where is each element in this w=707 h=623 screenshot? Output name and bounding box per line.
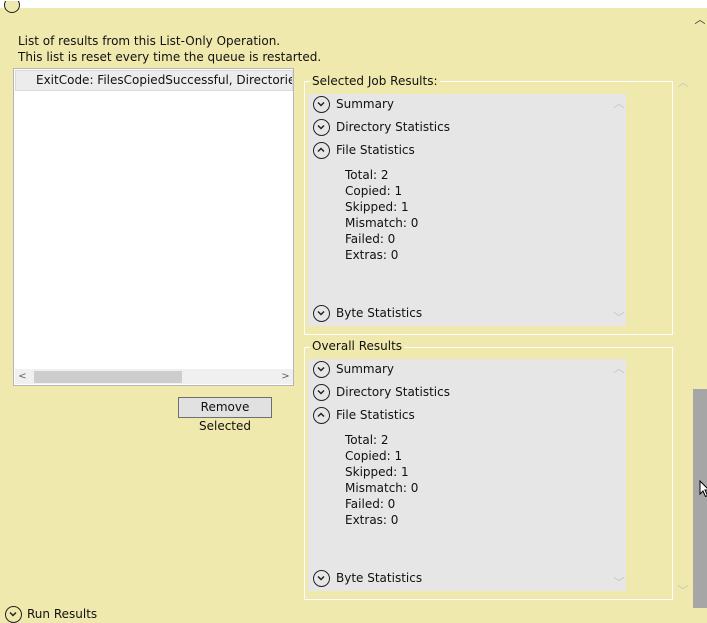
byte-statistics-label: Byte Statistics (336, 306, 423, 320)
run-results-label: Run Results (27, 607, 98, 621)
scroll-up-icon[interactable]: ︿ (693, 11, 707, 27)
overall-results-title: Overall Results (310, 339, 405, 353)
chevron-up-icon[interactable] (313, 407, 330, 424)
mouse-pointer-icon (699, 480, 707, 498)
top-strip (0, 0, 707, 8)
summary-label: Summary (336, 97, 394, 111)
collapsed-section-expander[interactable] (4, 1, 20, 15)
panel-vertical-scrollbar[interactable]: ︿ ﹀ (612, 359, 626, 591)
stat-copied: Copied: 1 (345, 184, 403, 198)
scroll-up-icon[interactable]: ︿ (612, 95, 626, 111)
horizontal-scroll-thumb[interactable] (34, 371, 182, 383)
window-vertical-scrollbar[interactable]: ︿ (693, 8, 707, 608)
directory-statistics-label: Directory Statistics (336, 385, 450, 399)
scroll-right-icon[interactable]: > (278, 369, 293, 384)
scroll-down-icon[interactable]: ﹀ (612, 574, 626, 590)
byte-statistics-label: Byte Statistics (336, 571, 423, 585)
results-listbox[interactable]: ExitCode: FilesCopiedSuccessful, Directo… (13, 68, 294, 386)
chevron-up-icon[interactable] (313, 142, 330, 159)
window-scroll-thumb[interactable] (693, 389, 707, 608)
stat-failed: Failed: 0 (345, 497, 396, 511)
chevron-down-icon[interactable] (313, 384, 330, 401)
stat-skipped: Skipped: 1 (345, 465, 409, 479)
stat-total: Total: 2 (345, 168, 389, 182)
stat-copied: Copied: 1 (345, 449, 403, 463)
stat-mismatch: Mismatch: 0 (345, 216, 419, 230)
description-line-2: This list is reset every time the queue … (18, 50, 322, 64)
stat-total: Total: 2 (345, 433, 389, 447)
scroll-up-icon[interactable]: ︿ (675, 74, 691, 90)
chevron-down-icon[interactable] (313, 119, 330, 136)
chevron-down-icon[interactable] (313, 96, 330, 113)
horizontal-scrollbar[interactable]: < > (15, 369, 293, 384)
scroll-up-icon[interactable]: ︿ (612, 360, 626, 376)
file-statistics-label: File Statistics (336, 408, 415, 422)
directory-statistics-label: Directory Statistics (336, 120, 450, 134)
selected-job-results-title: Selected Job Results: (310, 74, 440, 88)
scroll-left-icon[interactable]: < (15, 369, 30, 384)
results-area-scrollbar[interactable]: ︿ ﹀ (675, 72, 691, 600)
stat-extras: Extras: 0 (345, 513, 399, 527)
chevron-down-icon[interactable] (313, 305, 330, 322)
description-line-1: List of results from this List-Only Oper… (18, 34, 281, 48)
stat-extras: Extras: 0 (345, 248, 399, 262)
file-statistics-label: File Statistics (336, 143, 415, 157)
stat-mismatch: Mismatch: 0 (345, 481, 419, 495)
overall-results-panel: Summary Directory Statistics File Statis… (308, 359, 626, 591)
stat-skipped: Skipped: 1 (345, 200, 409, 214)
scroll-down-icon[interactable]: ﹀ (612, 309, 626, 325)
chevron-down-icon[interactable] (313, 570, 330, 587)
scroll-down-icon[interactable]: ﹀ (675, 582, 691, 598)
list-item[interactable]: ExitCode: FilesCopiedSuccessful, Directo… (15, 70, 293, 91)
summary-label: Summary (336, 362, 394, 376)
chevron-down-icon[interactable] (5, 606, 22, 623)
panel-vertical-scrollbar[interactable]: ︿ ﹀ (612, 94, 626, 326)
remove-selected-button[interactable]: Remove Selected (178, 397, 272, 433)
stat-failed: Failed: 0 (345, 232, 396, 246)
selected-job-results-panel: Summary Directory Statistics File Statis… (308, 94, 626, 326)
chevron-down-icon[interactable] (313, 361, 330, 378)
